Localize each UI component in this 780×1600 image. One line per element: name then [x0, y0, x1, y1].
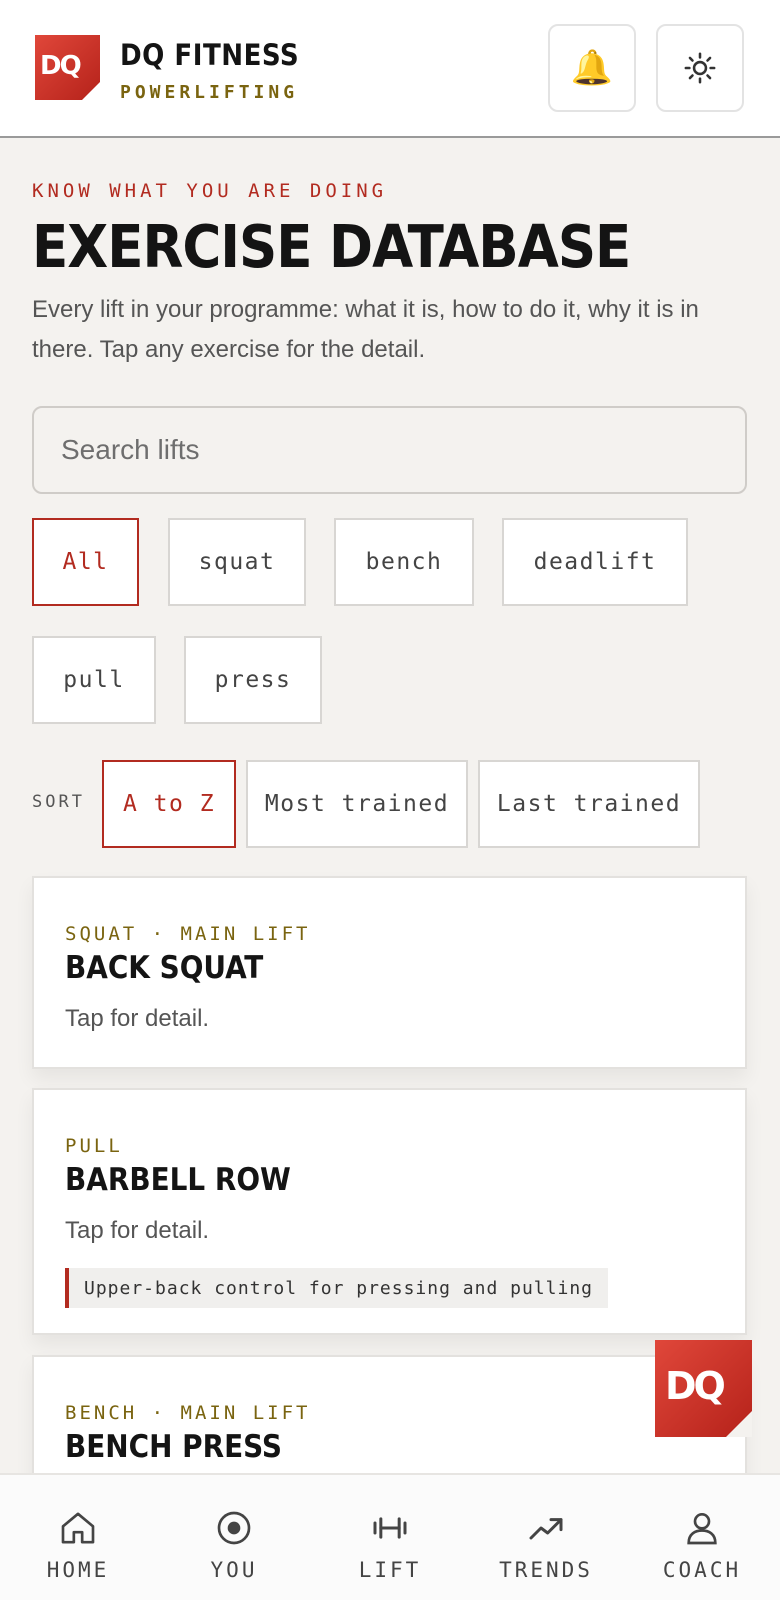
nav-label: YOU	[210, 1558, 258, 1582]
brand-name: DQ FITNESS	[120, 38, 300, 72]
filter-chip-squat[interactable]: squat	[168, 518, 306, 606]
sort-a-to-z[interactable]: A to Z	[102, 760, 236, 848]
dq-logo[interactable]: DQ	[35, 35, 100, 100]
bell-icon: 🔔	[570, 48, 614, 88]
theme-toggle-button[interactable]	[656, 24, 744, 112]
exercise-meta: BENCH · MAIN LIFT	[65, 1402, 311, 1424]
nav-lift[interactable]: LIFT	[312, 1475, 468, 1600]
logo-text: DQ	[40, 51, 82, 81]
exercise-note: Upper-back control for pressing and pull…	[65, 1268, 608, 1308]
nav-label: TRENDS	[499, 1558, 593, 1582]
exercise-card-barbell-row[interactable]: PULL BARBELL ROW Tap for detail. Upper-b…	[32, 1088, 747, 1335]
exercise-meta: PULL	[65, 1135, 123, 1157]
section-kicker: KNOW WHAT YOU ARE DOING	[32, 180, 388, 202]
page-description: Every lift in your programme: what it is…	[32, 296, 699, 363]
nav-you[interactable]: YOU	[156, 1475, 312, 1600]
app-header: DQ DQ FITNESS POWERLIFTING 🔔	[0, 0, 780, 138]
target-icon	[217, 1511, 251, 1545]
notifications-button[interactable]: 🔔	[548, 24, 636, 112]
brand-subtitle: POWERLIFTING	[120, 82, 299, 103]
filter-chip-press[interactable]: press	[184, 636, 322, 724]
home-icon	[61, 1512, 95, 1544]
sort-last-trained[interactable]: Last trained	[478, 760, 700, 848]
sort-most-trained[interactable]: Most trained	[246, 760, 468, 848]
user-icon	[687, 1513, 717, 1545]
sort-label: SORT	[32, 792, 85, 812]
filter-chip-bench[interactable]: bench	[334, 518, 474, 606]
filter-chip-deadlift[interactable]: deadlift	[502, 518, 688, 606]
bottom-nav: HOME YOU LIFT TRENDS COACH	[0, 1473, 780, 1600]
exercise-meta: SQUAT · MAIN LIFT	[65, 923, 311, 945]
trend-icon	[529, 1518, 563, 1540]
dumbbell-icon	[373, 1517, 407, 1539]
exercise-tap-hint: Tap for detail.	[65, 1217, 210, 1244]
exercise-name: BENCH PRESS	[65, 1429, 282, 1465]
page-title: EXERCISE DATABASE	[32, 212, 631, 281]
filter-chip-pull[interactable]: pull	[32, 636, 156, 724]
exercise-card-back-squat[interactable]: SQUAT · MAIN LIFT BACK SQUAT Tap for det…	[32, 876, 747, 1069]
coach-fab-button[interactable]: DQ	[655, 1340, 752, 1437]
nav-home[interactable]: HOME	[0, 1475, 156, 1600]
search-input[interactable]	[34, 408, 745, 492]
filter-chip-all[interactable]: All	[32, 518, 139, 606]
nav-label: COACH	[662, 1558, 742, 1582]
fab-logo-text: DQ	[665, 1364, 726, 1408]
exercise-name: BARBELL ROW	[65, 1162, 291, 1198]
nav-label: LIFT	[358, 1558, 422, 1582]
nav-trends[interactable]: TRENDS	[468, 1475, 624, 1600]
sun-icon	[684, 52, 716, 84]
search-box	[32, 406, 747, 494]
exercise-tap-hint: Tap for detail.	[65, 1005, 210, 1032]
nav-coach[interactable]: COACH	[624, 1475, 780, 1600]
exercise-name: BACK SQUAT	[65, 950, 264, 986]
nav-label: HOME	[46, 1558, 110, 1582]
